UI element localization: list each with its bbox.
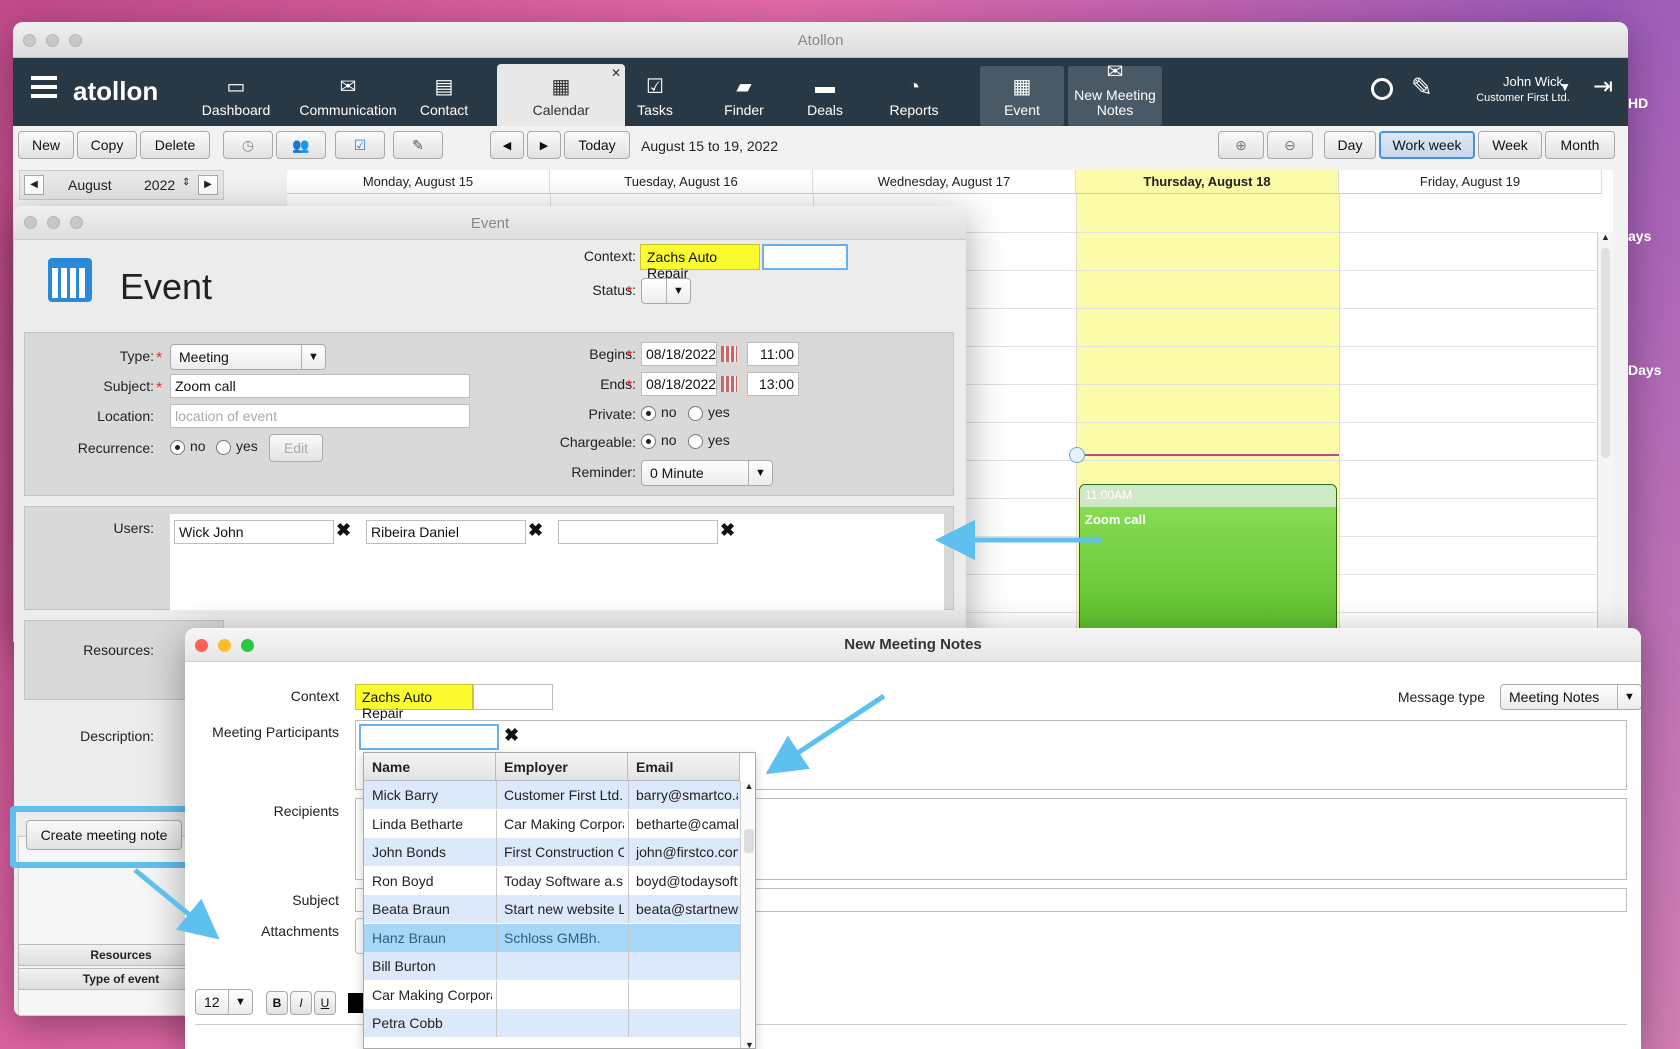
arrow-to-participants xyxy=(765,693,886,775)
arrow-from-create-note xyxy=(133,868,220,940)
annotation-arrows xyxy=(133,520,1102,940)
